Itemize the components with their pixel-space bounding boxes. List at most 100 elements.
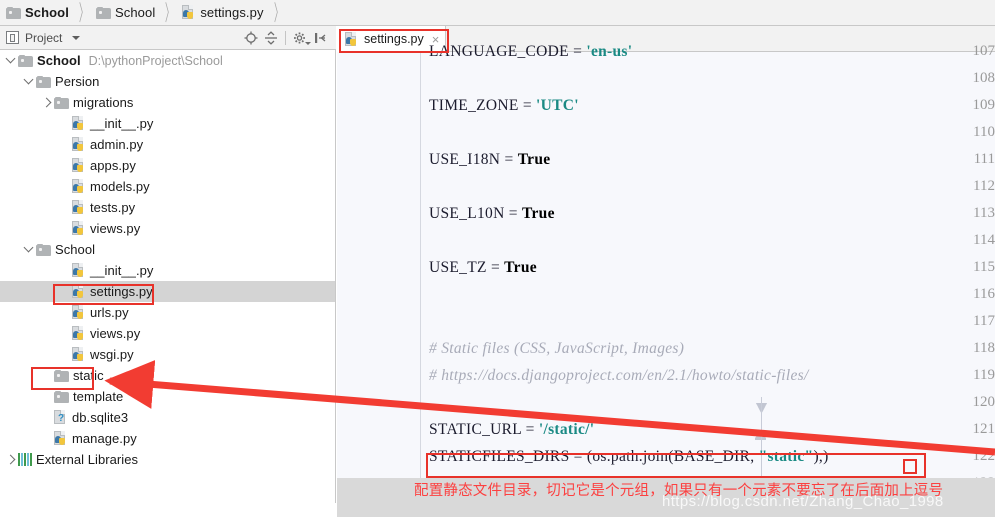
tree-item-icon: ? [54, 410, 68, 425]
code-token: USE_I18N = [429, 151, 518, 168]
python-file-icon [72, 137, 86, 152]
tree-item-manage-py[interactable]: manage.py [0, 428, 335, 449]
folder-icon [54, 96, 69, 109]
python-file-icon [345, 31, 359, 47]
tree-item-views-py[interactable]: views.py [0, 323, 335, 344]
tree-item-static[interactable]: static [0, 365, 335, 386]
code-line[interactable]: STATICFILES_DIRS = (os.path.join(BASE_DI… [429, 443, 829, 470]
tree-item-label: wsgi.py [90, 347, 134, 362]
code-line[interactable]: STATIC_URL = '/static/' [429, 416, 594, 443]
folder-icon [36, 243, 51, 256]
line-number: 113 [973, 205, 995, 221]
tree-item-wsgi-py[interactable]: wsgi.py [0, 344, 335, 365]
tree-item-icon [72, 347, 86, 362]
tree-item-views-py[interactable]: views.py [0, 218, 335, 239]
collapse-all-icon[interactable] [261, 28, 281, 48]
tree-item-icon [72, 116, 86, 131]
chevron-down-icon[interactable] [22, 71, 36, 92]
chevron-down-icon[interactable] [4, 50, 18, 71]
toolbar-divider [285, 30, 286, 45]
line-number-gutter [337, 52, 401, 517]
line-number: 118 [973, 340, 995, 356]
tree-item-persion[interactable]: Persion [0, 71, 335, 92]
tree-item-settings-py[interactable]: settings.py [0, 281, 335, 302]
breadcrumb-item-school-module[interactable]: School [95, 5, 155, 20]
tree-item-db-sqlite3[interactable]: ? db.sqlite3 [0, 407, 335, 428]
folder-icon [95, 6, 111, 19]
python-file-icon [182, 5, 196, 20]
tree-item-label: views.py [90, 326, 141, 341]
breadcrumb-item-settings-py[interactable]: settings.py [182, 5, 263, 20]
tree-item-external-libraries[interactable]: External Libraries [0, 449, 335, 470]
tree-item-school[interactable]: School [0, 239, 335, 260]
tree-item-label: db.sqlite3 [72, 410, 129, 425]
code-line[interactable]: USE_TZ = True [429, 254, 537, 281]
line-number: 107 [972, 43, 995, 59]
code-line[interactable]: TIME_ZONE = 'UTC' [429, 92, 579, 119]
tree-item-label: admin.py [90, 137, 144, 152]
folder-icon [18, 54, 33, 67]
tree-item-urls-py[interactable]: urls.py [0, 302, 335, 323]
tree-item-init-py[interactable]: __init__.py [0, 113, 335, 134]
python-file-icon [72, 158, 86, 173]
line-number: 112 [973, 178, 995, 194]
tree-item-icon [18, 54, 33, 67]
tree-item-label: __init__.py [90, 263, 154, 278]
tree-item-icon [54, 96, 69, 109]
breadcrumb-item-school-project[interactable]: School [6, 5, 69, 20]
tree-item-models-py[interactable]: models.py [0, 176, 335, 197]
hide-panel-icon[interactable] [310, 28, 330, 48]
locate-icon[interactable] [241, 28, 261, 48]
code-token: # https://docs.djangoproject.com/en/2.1/… [429, 367, 809, 384]
tree-item-apps-py[interactable]: apps.py [0, 155, 335, 176]
breadcrumb-label: School [25, 5, 69, 20]
python-file-icon [72, 347, 86, 362]
chevron-right-icon[interactable] [4, 449, 18, 470]
code-token: 'UTC' [536, 97, 579, 114]
tree-item-icon [72, 200, 86, 215]
line-number: 120 [972, 394, 995, 410]
tree-item-icon [36, 75, 51, 88]
project-tree[interactable]: School D:\pythonProject\School Persion migr… [0, 50, 336, 517]
code-line[interactable]: USE_I18N = True [429, 146, 550, 173]
python-file-icon [72, 284, 86, 299]
folder-icon [6, 6, 21, 19]
line-number: 111 [973, 151, 995, 167]
tree-item-admin-py[interactable]: admin.py [0, 134, 335, 155]
code-line[interactable]: # Static files (CSS, JavaScript, Images) [429, 335, 684, 362]
tree-item-init-py[interactable]: __init__.py [0, 260, 335, 281]
tree-bottom-filler [0, 503, 337, 517]
db-file-icon: ? [54, 410, 68, 425]
folder-icon [54, 369, 69, 382]
chevron-down-icon[interactable] [72, 35, 81, 40]
gear-icon[interactable] [290, 28, 311, 48]
tree-item-label: __init__.py [90, 116, 154, 131]
code-token: 'en-us' [586, 43, 633, 60]
code-line[interactable]: LANGUAGE_CODE = 'en-us' [429, 38, 632, 65]
code-editor[interactable]: 107 LANGUAGE_CODE = 'en-us' 108 109 TIME_ZON… [337, 43, 995, 517]
code-line[interactable]: USE_L10N = True [429, 200, 555, 227]
line-number: 108 [972, 70, 995, 86]
tree-item-template[interactable]: template [0, 386, 335, 407]
tree-item-school[interactable]: School D:\pythonProject\School [0, 50, 335, 71]
code-line[interactable]: # https://docs.djangoproject.com/en/2.1/… [429, 362, 809, 389]
tree-item-migrations[interactable]: migrations [0, 92, 335, 113]
chevron-down-icon[interactable] [22, 239, 36, 260]
tree-item-tests-py[interactable]: tests.py [0, 197, 335, 218]
chevron-right-icon[interactable] [40, 92, 54, 113]
python-file-icon [72, 263, 86, 278]
line-number: 114 [973, 232, 995, 248]
tree-item-label: External Libraries [36, 452, 139, 467]
code-token: LANGUAGE_CODE = [429, 43, 587, 60]
line-number: 122 [972, 448, 995, 464]
code-token: True [522, 205, 555, 222]
tree-item-icon [72, 305, 86, 320]
